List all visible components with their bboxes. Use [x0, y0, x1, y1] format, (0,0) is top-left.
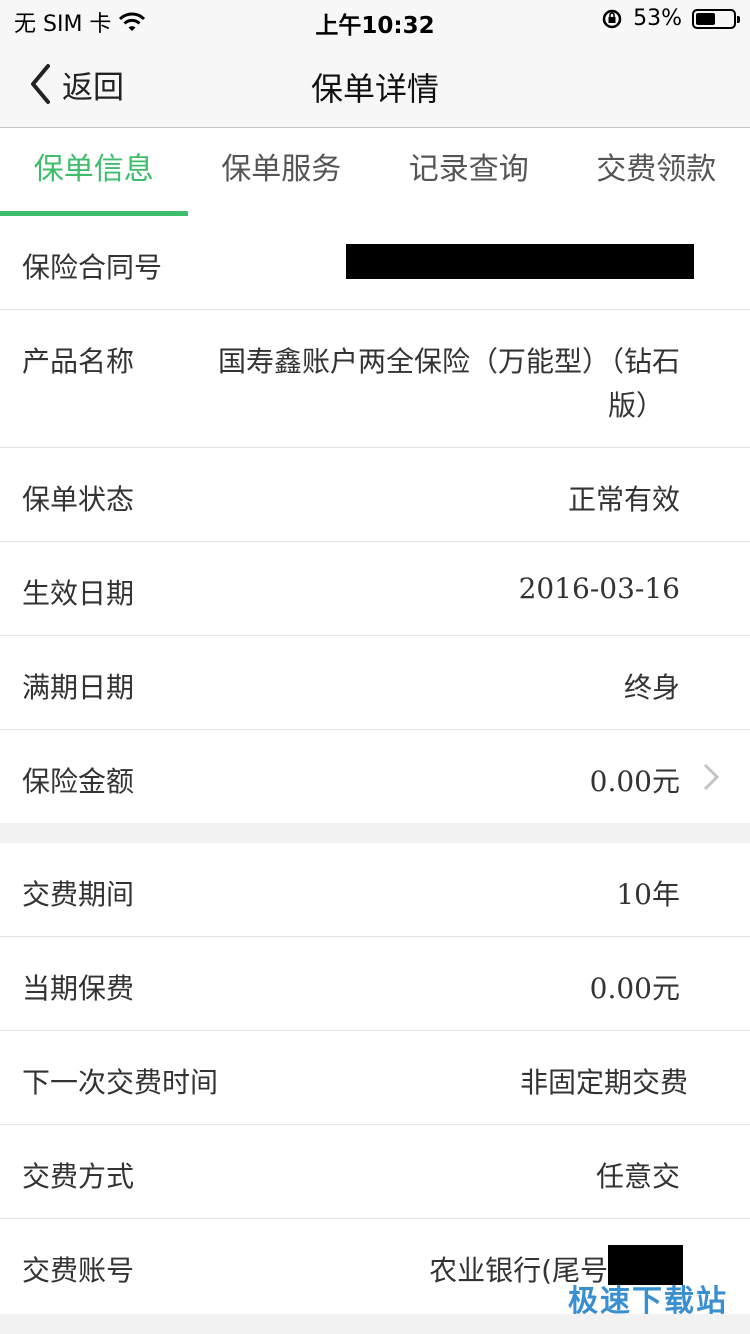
row-product-name: 产品名称 国寿鑫账户两全保险（万能型）（钻石 版）	[0, 310, 750, 448]
row-sum-insured[interactable]: 保险金额 0.00元	[0, 730, 750, 823]
payment-method-label: 交费方式	[22, 1160, 135, 1193]
payment-account-label: 交费账号	[22, 1254, 135, 1287]
sum-insured-label: 保险金额	[22, 765, 135, 798]
payment-method-value: 任意交	[595, 1160, 680, 1193]
product-name-value-line2: 版）	[607, 389, 664, 422]
payment-period-label: 交费期间	[22, 878, 135, 911]
navigation-bar: 返回 保单详情	[0, 40, 750, 128]
row-effective-date: 生效日期 2016-03-16	[0, 542, 750, 636]
battery-icon	[692, 8, 740, 29]
tab-payment-claims[interactable]: 交费领款	[563, 128, 750, 216]
row-current-premium: 当期保费 0.00元	[0, 937, 750, 1031]
effective-date-label: 生效日期	[22, 577, 135, 610]
status-right: 53%	[601, 6, 740, 31]
row-maturity-date: 满期日期 终身	[0, 636, 750, 730]
tab-record-query[interactable]: 记录查询	[375, 128, 563, 216]
sum-insured-value: 0.00元	[589, 765, 680, 798]
contract-number-label: 保险合同号	[22, 251, 163, 284]
tab-bar: 保单信息 保单服务 记录查询 交费领款	[0, 128, 750, 216]
chevron-right-icon	[703, 763, 720, 791]
battery-percent: 53%	[633, 6, 682, 31]
maturity-date-value: 终身	[623, 671, 680, 704]
status-bar: 无 SIM 卡 上午10:32 53%	[0, 0, 750, 40]
payment-period-value: 10年	[616, 878, 680, 911]
row-payment-method: 交费方式 任意交	[0, 1125, 750, 1219]
policy-info-section: 保险合同号 产品名称 国寿鑫账户两全保险（万能型）（钻石 版） 保单状态 正常有…	[0, 216, 750, 823]
product-name-value-line1: 国寿鑫账户两全保险（万能型）（钻石	[217, 345, 680, 378]
row-policy-status: 保单状态 正常有效	[0, 448, 750, 542]
current-premium-label: 当期保费	[22, 972, 135, 1005]
policy-status-value: 正常有效	[567, 483, 680, 516]
row-contract-number: 保险合同号	[0, 216, 750, 310]
row-next-payment-time: 下一次交费时间 非固定期交费	[0, 1031, 750, 1125]
redacted-contract-number	[346, 244, 694, 279]
policy-status-label: 保单状态	[22, 483, 135, 516]
payment-info-section: 交费期间 10年 当期保费 0.00元 下一次交费时间 非固定期交费 交费方式 …	[0, 843, 750, 1314]
effective-date-value: 2016-03-16	[518, 572, 680, 605]
tab-policy-info[interactable]: 保单信息	[0, 128, 188, 216]
page-title: 保单详情	[310, 70, 439, 108]
next-payment-time-value: 非固定期交费	[519, 1066, 688, 1099]
product-name-label: 产品名称	[22, 345, 135, 378]
rotation-lock-icon	[602, 9, 622, 28]
tab-policy-service[interactable]: 保单服务	[188, 128, 376, 216]
row-payment-period: 交费期间 10年	[0, 843, 750, 937]
next-payment-time-label: 下一次交费时间	[22, 1066, 219, 1099]
watermark: 极速下载站	[568, 1284, 728, 1319]
maturity-date-label: 满期日期	[22, 671, 135, 704]
current-premium-value: 0.00元	[589, 972, 680, 1005]
